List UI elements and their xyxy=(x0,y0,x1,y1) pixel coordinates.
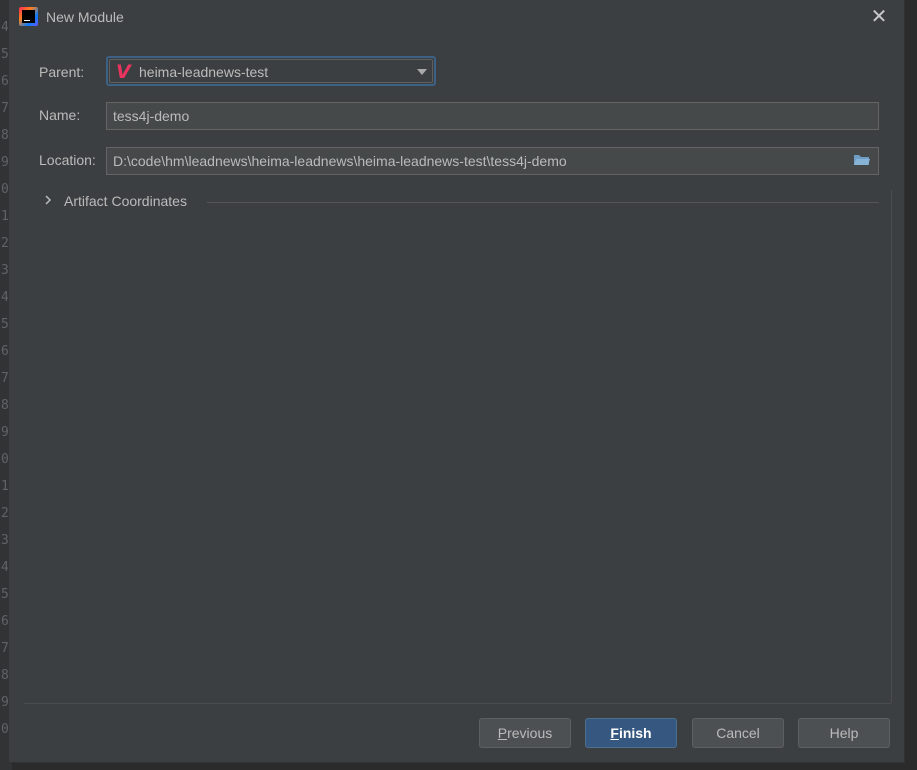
location-input[interactable]: D:\code\hm\leadnews\heima-leadnews\heima… xyxy=(106,147,879,175)
previous-button[interactable]: Previous xyxy=(479,718,571,748)
parent-label: Parent: xyxy=(39,64,85,80)
dialog-title: New Module xyxy=(46,9,124,25)
maven-icon: V xyxy=(116,61,131,83)
folder-icon[interactable] xyxy=(853,153,871,167)
name-label: Name: xyxy=(39,107,81,123)
intellij-app-icon xyxy=(19,7,38,26)
content-border xyxy=(891,190,892,703)
close-icon[interactable]: ✕ xyxy=(869,7,889,27)
finish-button[interactable]: Finish xyxy=(585,718,677,748)
chevron-down-icon xyxy=(417,69,427,75)
artifact-coordinates-label[interactable]: Artifact Coordinates xyxy=(64,193,187,209)
artifact-coordinates-section[interactable]: Artifact Coordinates xyxy=(43,192,879,212)
chevron-right-icon[interactable] xyxy=(43,194,53,206)
new-module-dialog: New Module ✕ Parent: V heima-leadnews-te… xyxy=(9,0,904,762)
parent-value: heima-leadnews-test xyxy=(139,64,269,80)
name-input[interactable]: tess4j-demo xyxy=(106,102,879,130)
cancel-button[interactable]: Cancel xyxy=(692,718,784,748)
section-divider xyxy=(207,202,879,203)
content-divider xyxy=(24,703,891,704)
parent-combobox[interactable]: V heima-leadnews-test xyxy=(106,56,436,86)
location-label: Location: xyxy=(39,152,96,168)
dialog-titlebar: New Module ✕ xyxy=(9,0,904,36)
help-button[interactable]: Help xyxy=(798,718,890,748)
editor-right-strip xyxy=(904,0,917,770)
